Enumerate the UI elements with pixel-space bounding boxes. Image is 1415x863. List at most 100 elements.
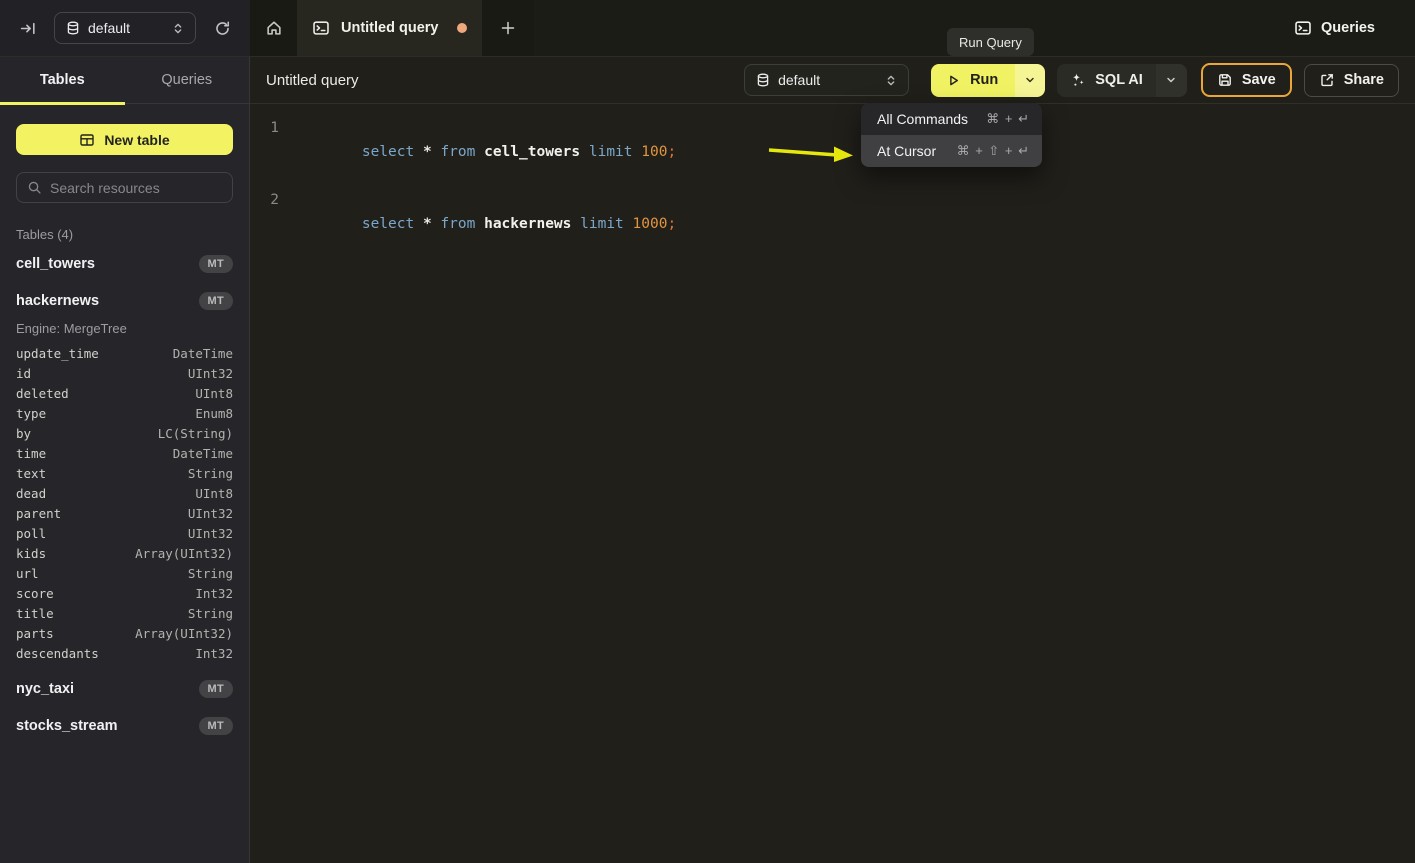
sidebar-tab-tables[interactable]: Tables (0, 57, 125, 103)
table-name: cell_towers (16, 256, 95, 272)
column-row[interactable]: title String (16, 603, 233, 623)
table-row-cell-towers[interactable]: cell_towers MT (16, 248, 233, 279)
code-token (624, 216, 633, 232)
column-row[interactable]: kids Array(UInt32) (16, 543, 233, 563)
column-list: update_time DateTime id UInt32 deleted U… (16, 343, 233, 663)
table-row-stocks-stream[interactable]: stocks_stream MT (16, 710, 233, 741)
column-type: UInt8 (195, 486, 233, 501)
topbar-database-select[interactable]: default (54, 12, 196, 44)
chevron-updown-icon (171, 21, 185, 36)
sql-ai-dropdown-button[interactable] (1156, 64, 1187, 97)
column-type: Array(UInt32) (135, 626, 233, 641)
column-row[interactable]: update_time DateTime (16, 343, 233, 363)
top-bar: default (0, 0, 1415, 57)
column-type: Int32 (195, 646, 233, 661)
code-token: limit (589, 144, 633, 160)
column-name: dead (16, 486, 46, 501)
engine-info: Engine: MergeTree (16, 316, 233, 341)
sidebar-tab-tables-label: Tables (40, 72, 85, 88)
tab-untitled-query[interactable]: Untitled query (297, 0, 482, 56)
run-button-label: Run (970, 72, 998, 88)
table-row-hackernews[interactable]: hackernews MT (16, 285, 233, 316)
column-row[interactable]: url String (16, 563, 233, 583)
column-row[interactable]: descendants Int32 (16, 643, 233, 663)
column-row[interactable]: parent UInt32 (16, 503, 233, 523)
menu-item-shortcut: ⌘ + ⇧ + ↵ (957, 143, 1030, 159)
topbar-spacer (534, 0, 1280, 56)
code-line-1[interactable]: 1 select * from cell_towers limit 100; (251, 116, 1415, 188)
sql-editor[interactable]: 1 select * from cell_towers limit 100; 2… (251, 105, 1415, 863)
sidebar-body: New table Tables (4) cell_towers MT hack… (0, 104, 249, 741)
code-token: select (362, 144, 414, 160)
run-options-dropdown-button[interactable] (1015, 64, 1045, 97)
column-row[interactable]: dead UInt8 (16, 483, 233, 503)
column-type: Enum8 (195, 406, 233, 421)
search-box[interactable] (16, 172, 233, 203)
search-resources-input[interactable] (50, 180, 222, 196)
menu-item-shortcut: ⌘ + ↵ (986, 111, 1030, 127)
column-name: time (16, 446, 46, 461)
menu-item-label: All Commands (877, 111, 968, 127)
column-name: deleted (16, 386, 69, 401)
column-row[interactable]: id UInt32 (16, 363, 233, 383)
column-type: Int32 (195, 586, 233, 601)
new-tab-button[interactable] (482, 0, 534, 56)
column-row[interactable]: by LC(String) (16, 423, 233, 443)
sidebar-tab-queries[interactable]: Queries (125, 57, 250, 103)
new-table-button[interactable]: New table (16, 124, 233, 155)
column-row[interactable]: text String (16, 463, 233, 483)
engine-badge: MT (199, 292, 233, 310)
column-name: kids (16, 546, 46, 561)
menu-item-label: At Cursor (877, 143, 936, 159)
queries-button-label: Queries (1321, 20, 1375, 36)
code-token (571, 216, 580, 232)
new-table-label: New table (104, 132, 169, 148)
topbar-database-value: default (88, 20, 130, 36)
table-row-nyc-taxi[interactable]: nyc_taxi MT (16, 673, 233, 704)
column-name: by (16, 426, 31, 441)
save-button[interactable]: Save (1201, 63, 1292, 97)
sidebar-tabs: Tables Queries (0, 57, 249, 104)
sql-ai-button[interactable]: SQL AI (1057, 64, 1156, 97)
tab-title: Untitled query (341, 20, 438, 36)
chevron-down-icon (1165, 74, 1177, 86)
sidebar-tab-queries-label: Queries (161, 72, 212, 88)
line-number: 1 (251, 116, 279, 188)
column-row[interactable]: deleted UInt8 (16, 383, 233, 403)
refresh-button[interactable] (207, 13, 237, 43)
table-name: nyc_taxi (16, 681, 74, 697)
column-type: String (188, 566, 233, 581)
column-type: UInt8 (195, 386, 233, 401)
column-row[interactable]: type Enum8 (16, 403, 233, 423)
column-row[interactable]: parts Array(UInt32) (16, 623, 233, 643)
toolbar-database-select[interactable]: default (744, 64, 909, 96)
run-button[interactable]: Run (931, 64, 1015, 97)
column-name: poll (16, 526, 46, 541)
chevron-down-icon (1024, 74, 1036, 86)
code-token: hackernews (484, 216, 571, 232)
share-button[interactable]: Share (1304, 64, 1399, 97)
column-type: DateTime (173, 346, 233, 361)
code-line-2[interactable]: 2 select * from hackernews limit 1000; (251, 188, 1415, 260)
column-row[interactable]: score Int32 (16, 583, 233, 603)
code-token (475, 216, 484, 232)
toolbar-database-value: default (778, 72, 820, 88)
column-row[interactable]: poll UInt32 (16, 523, 233, 543)
column-row[interactable]: time DateTime (16, 443, 233, 463)
collapse-sidebar-button[interactable] (13, 13, 43, 43)
column-type: LC(String) (158, 426, 233, 441)
run-query-tooltip: Run Query (947, 28, 1034, 56)
database-icon (66, 21, 80, 36)
menu-item-all-commands[interactable]: All Commands ⌘ + ↵ (861, 103, 1042, 135)
code-token: 1000 (633, 216, 668, 232)
sparkle-icon (1070, 72, 1086, 88)
code-token (633, 144, 642, 160)
queries-button[interactable]: Queries (1280, 11, 1389, 45)
menu-item-at-cursor[interactable]: At Cursor ⌘ + ⇧ + ↵ (861, 135, 1042, 167)
play-icon (946, 73, 961, 88)
topbar-left-section: default (0, 0, 250, 56)
column-name: title (16, 606, 54, 621)
column-type: String (188, 606, 233, 621)
home-tab[interactable] (250, 0, 297, 56)
save-button-label: Save (1242, 72, 1276, 88)
